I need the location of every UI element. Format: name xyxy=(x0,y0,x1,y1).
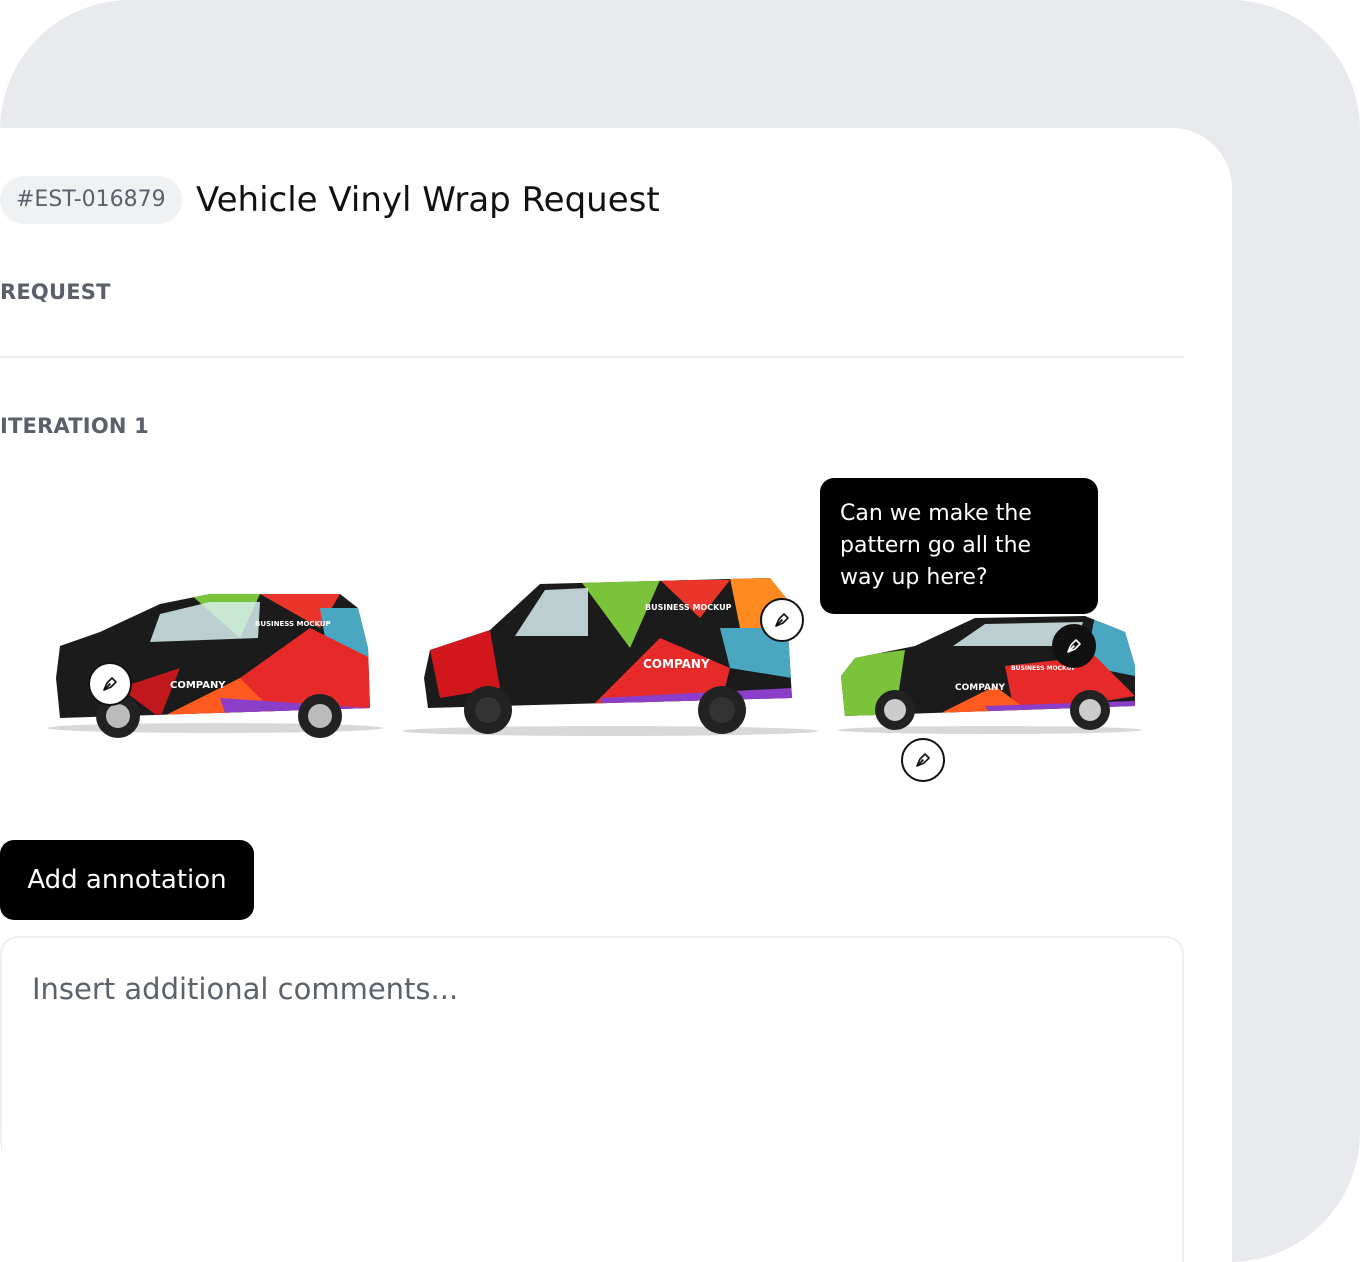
vehicle-mockup-text: BUSINESS MOCKUP xyxy=(645,603,732,612)
annotation-pin-active[interactable] xyxy=(1052,624,1096,668)
section-label-request: REQUEST xyxy=(0,280,111,304)
vehicle-image-cargo-van[interactable]: BUSINESS MOCKUP COMPANY xyxy=(400,568,820,738)
request-id-badge: #EST-016879 xyxy=(0,176,182,224)
annotation-pin[interactable] xyxy=(88,662,132,706)
vehicle-image-compact-van[interactable]: BUSINESS MOCKUP COMPANY xyxy=(40,568,385,738)
section-divider xyxy=(0,356,1184,358)
pen-nib-icon xyxy=(1067,639,1081,653)
pen-nib-icon xyxy=(103,677,117,691)
annotation-tooltip: Can we make the pattern go all the way u… xyxy=(820,478,1098,614)
annotation-pin[interactable] xyxy=(901,738,945,782)
section-label-iteration: ITERATION 1 xyxy=(0,414,149,438)
page-title: Vehicle Vinyl Wrap Request xyxy=(196,180,660,220)
vehicle-company-text: COMPANY xyxy=(170,680,226,691)
pen-nib-icon xyxy=(916,753,930,767)
add-annotation-button[interactable]: Add annotation xyxy=(0,840,254,920)
annotation-pin[interactable] xyxy=(760,598,804,642)
app-background: #EST-016879 Vehicle Vinyl Wrap Request R… xyxy=(0,0,1360,1262)
vehicle-company-text: COMPANY xyxy=(955,683,1005,693)
vehicle-mockup-text: BUSINESS MOCKUP xyxy=(255,620,331,628)
comments-textarea[interactable] xyxy=(0,936,1184,1262)
vehicle-company-text: COMPANY xyxy=(643,657,710,671)
vehicle-image-hatchback[interactable]: BUSINESS MOCKUP COMPANY xyxy=(835,606,1150,736)
pen-nib-icon xyxy=(775,613,789,627)
request-panel: #EST-016879 Vehicle Vinyl Wrap Request R… xyxy=(0,128,1232,1262)
